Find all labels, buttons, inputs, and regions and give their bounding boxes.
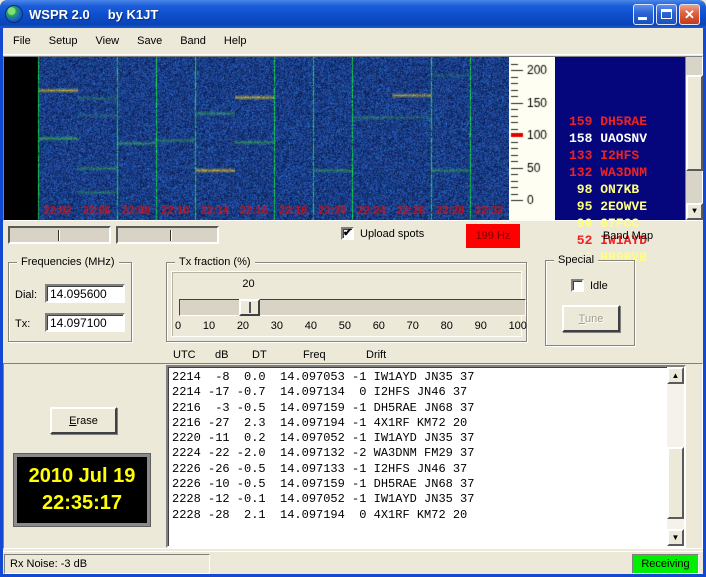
- bandmap-entry[interactable]: 98 ON7KB: [569, 181, 700, 198]
- minimize-button[interactable]: [633, 4, 654, 25]
- bandmap-list: ▲ ▼ 159 DH5RAE158 UAOSNV133 I2HFS132 WA3…: [555, 57, 702, 220]
- minimize-icon: [638, 17, 647, 20]
- receiving-status-badge: Receiving: [632, 554, 699, 574]
- check-icon: ✔: [343, 226, 352, 239]
- menu-bar: File Setup View Save Band Help: [3, 28, 703, 55]
- tx-tick-label: 100: [509, 320, 527, 332]
- rx-noise-status: Rx Noise: -3 dB: [4, 554, 210, 574]
- tx-tick-label: 40: [305, 320, 317, 332]
- menu-help[interactable]: Help: [217, 32, 254, 50]
- wspr-window: WSPR 2.0 by K1JT ✕ File Setup View Save Band…: [0, 0, 706, 577]
- tx-tick-label: 0: [175, 320, 181, 332]
- column-header-dt: DT: [252, 349, 267, 361]
- window-title: WSPR 2.0: [29, 7, 90, 22]
- bandmap-entry[interactable]: 159 DH5RAE: [569, 113, 700, 130]
- bandmap-entry[interactable]: 95 2EOWVE: [569, 198, 700, 215]
- column-header-db: dB: [215, 349, 228, 361]
- tx-frequency-input[interactable]: [45, 313, 125, 332]
- gain-slider-1[interactable]: [8, 226, 111, 244]
- bandmap-scroll-thumb[interactable]: [686, 75, 703, 171]
- gain-slider-1-handle[interactable]: [58, 230, 60, 241]
- title-bar[interactable]: WSPR 2.0 by K1JT ✕: [0, 0, 706, 28]
- gain-slider-2-handle[interactable]: [170, 230, 172, 241]
- idle-checkbox[interactable]: [571, 279, 584, 292]
- tx-fraction-value: 20: [242, 278, 254, 290]
- bandmap-entry[interactable]: 132 WA3DNM: [569, 164, 700, 181]
- menu-file[interactable]: File: [6, 32, 38, 50]
- frequency-ruler: [509, 57, 555, 220]
- window-byline: by K1JT: [108, 7, 159, 22]
- tx-label: Tx:: [15, 318, 30, 330]
- clock-display: 2010 Jul 19 22:35:17: [14, 454, 150, 526]
- column-header-drift: Drift: [366, 349, 386, 361]
- special-group: Special Idle Tune: [545, 260, 635, 346]
- maximize-icon: [661, 9, 672, 19]
- special-group-title: Special: [554, 254, 598, 266]
- gain-slider-2[interactable]: [116, 226, 219, 244]
- waterfall-canvas[interactable]: [4, 57, 509, 220]
- freq-offset-badge: 199 Hz: [466, 224, 520, 248]
- decode-area[interactable]: 2214 -8 0.0 14.097053 -1 IW1AYD JN35 37 …: [166, 365, 686, 548]
- tx-fraction-group: Tx fraction (%) 20 0 10 20 30 40 50 60 70 80 90 10…: [166, 262, 527, 342]
- tx-tick-label: 60: [373, 320, 385, 332]
- main-panel: Erase 2010 Jul 19 22:35:17 2214 -8 0.0 1…: [3, 363, 703, 549]
- menu-band[interactable]: Band: [173, 32, 213, 50]
- menu-setup[interactable]: Setup: [42, 32, 85, 50]
- menu-view[interactable]: View: [88, 32, 126, 50]
- bandmap-scrollbar[interactable]: ▲ ▼: [685, 57, 702, 220]
- app-globe-icon: [5, 5, 23, 23]
- scroll-down-icon[interactable]: ▼: [686, 203, 703, 220]
- erase-label-rest: rase: [76, 415, 97, 427]
- tx-fraction-ticks: 0 10 20 30 40 50 60 70 80 90 100: [175, 320, 527, 332]
- maximize-button[interactable]: [656, 4, 677, 25]
- close-icon: ✕: [680, 5, 699, 24]
- menu-save[interactable]: Save: [130, 32, 169, 50]
- bandmap-entry[interactable]: 158 UAOSNV: [569, 130, 700, 147]
- tx-tick-label: 80: [441, 320, 453, 332]
- clock-date: 2010 Jul 19: [29, 463, 136, 490]
- frequencies-group: Frequencies (MHz) Dial: Tx:: [8, 262, 132, 342]
- tx-tick-label: 20: [237, 320, 249, 332]
- tune-label-rest: une: [585, 313, 603, 325]
- column-header-utc: UTC: [173, 349, 196, 361]
- tx-fraction-slider[interactable]: [179, 299, 526, 316]
- erase-button[interactable]: Erase: [50, 407, 117, 434]
- upload-spots-checkbox[interactable]: ✔: [341, 227, 354, 240]
- bandmap-title: Band Map: [558, 230, 698, 242]
- upload-spots-label: Upload spots: [360, 228, 424, 240]
- decode-scrollbar[interactable]: ▲ ▼: [667, 367, 684, 546]
- bandmap-entry[interactable]: 133 I2HFS: [569, 147, 700, 164]
- decode-scroll-thumb[interactable]: [667, 447, 684, 519]
- clock-time: 22:35:17: [42, 490, 122, 517]
- idle-label: Idle: [590, 280, 608, 292]
- decode-scroll-up-icon[interactable]: ▲: [667, 367, 684, 384]
- tx-tick-label: 90: [475, 320, 487, 332]
- tx-tick-label: 30: [271, 320, 283, 332]
- tx-fraction-group-title: Tx fraction (%): [175, 256, 255, 268]
- tx-tick-label: 50: [339, 320, 351, 332]
- tune-button[interactable]: Tune: [562, 305, 620, 332]
- decode-text: 2214 -8 0.0 14.097053 -1 IW1AYD JN35 37 …: [172, 370, 666, 544]
- tx-fraction-slider-handle[interactable]: [239, 299, 260, 316]
- dial-label: Dial:: [15, 289, 37, 301]
- ruler-canvas: [509, 57, 555, 220]
- close-button[interactable]: ✕: [679, 4, 700, 25]
- tx-fraction-inner: 20 0 10 20 30 40 50 60 70 80 90 100: [171, 271, 522, 337]
- decode-scroll-down-icon[interactable]: ▼: [667, 529, 684, 546]
- spectrum-panel: ▲ ▼ 159 DH5RAE158 UAOSNV133 I2HFS132 WA3…: [3, 56, 703, 221]
- decode-headers: UTC dB DT Freq Drift: [0, 349, 706, 362]
- status-bar: Rx Noise: -3 dB Receiving: [3, 551, 703, 574]
- tx-tick-label: 10: [203, 320, 215, 332]
- tx-tick-label: 70: [407, 320, 419, 332]
- column-header-freq: Freq: [303, 349, 326, 361]
- dial-frequency-input[interactable]: [45, 284, 125, 303]
- frequencies-group-title: Frequencies (MHz): [17, 256, 119, 268]
